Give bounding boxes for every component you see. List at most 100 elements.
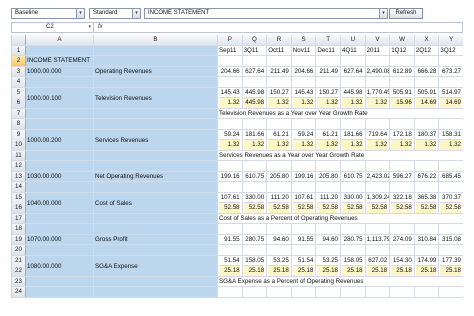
value-cell[interactable] bbox=[439, 77, 463, 87]
value-cell[interactable] bbox=[292, 224, 317, 234]
value-cell[interactable] bbox=[267, 161, 292, 171]
value-cell[interactable] bbox=[316, 287, 341, 297]
value-cell[interactable] bbox=[218, 119, 243, 129]
cell[interactable] bbox=[94, 45, 218, 55]
value-cell[interactable]: 51.54 25.18 bbox=[292, 255, 317, 276]
value-cell[interactable] bbox=[415, 224, 440, 234]
value-cell[interactable]: 181.66 1.32 bbox=[243, 129, 268, 150]
value-cell[interactable]: 172.18 1.32 bbox=[390, 129, 415, 150]
period-header[interactable]: 2Q12 bbox=[415, 45, 440, 55]
value-cell[interactable] bbox=[218, 161, 243, 171]
value-cell[interactable] bbox=[292, 56, 317, 66]
value-cell[interactable]: 322.18 52.58 bbox=[390, 192, 415, 213]
value-cell[interactable] bbox=[218, 287, 243, 297]
value-cell[interactable] bbox=[439, 287, 463, 297]
value-cell[interactable]: 158.05 25.18 bbox=[341, 255, 366, 276]
value-cell[interactable] bbox=[439, 182, 463, 192]
value-cell[interactable] bbox=[316, 161, 341, 171]
value-cell[interactable]: 2,423.02 bbox=[366, 171, 391, 181]
row-header[interactable]: 25 bbox=[12, 297, 26, 298]
value-cell[interactable] bbox=[439, 245, 463, 255]
value-cell[interactable] bbox=[366, 287, 391, 297]
value-cell[interactable] bbox=[243, 161, 268, 171]
value-cell[interactable]: 627.02 25.18 bbox=[366, 255, 391, 276]
value-cell[interactable]: 0.00 bbox=[390, 297, 415, 298]
period-header[interactable]: 4Q11 bbox=[341, 45, 366, 55]
value-cell[interactable]: 2,490.08 bbox=[366, 66, 391, 76]
value-cell[interactable]: 211.49 bbox=[316, 66, 341, 76]
value-cell[interactable] bbox=[341, 77, 366, 87]
metric-description[interactable]: Television Revenues as a Year over Year … bbox=[218, 109, 463, 119]
value-cell[interactable] bbox=[415, 77, 440, 87]
value-cell[interactable] bbox=[267, 182, 292, 192]
value-cell[interactable]: 610.75 bbox=[243, 171, 268, 181]
row-header[interactable]: 7 bbox=[12, 108, 26, 118]
row-header[interactable]: 21 22 bbox=[12, 255, 26, 276]
value-cell[interactable] bbox=[218, 182, 243, 192]
account-code[interactable]: INCOME STATEMENT bbox=[26, 56, 94, 66]
account-code[interactable] bbox=[26, 182, 94, 192]
value-cell[interactable]: 199.16 bbox=[218, 171, 243, 181]
value-cell[interactable] bbox=[243, 287, 268, 297]
row-header[interactable]: 17 bbox=[12, 213, 26, 223]
value-cell[interactable] bbox=[390, 245, 415, 255]
period-header[interactable]: Dec11 bbox=[316, 45, 341, 55]
period-header[interactable]: Oct11 bbox=[267, 45, 292, 55]
value-cell[interactable] bbox=[366, 77, 391, 87]
value-cell[interactable] bbox=[316, 56, 341, 66]
account-code[interactable] bbox=[26, 276, 94, 286]
period-header[interactable]: 3Q11 bbox=[243, 45, 268, 55]
value-cell[interactable]: 627.64 bbox=[341, 66, 366, 76]
value-cell[interactable] bbox=[243, 77, 268, 87]
account-code[interactable] bbox=[26, 108, 94, 118]
value-cell[interactable]: 91.55 bbox=[292, 234, 317, 244]
value-cell[interactable]: 150.27 1.32 bbox=[267, 87, 292, 108]
value-cell[interactable] bbox=[218, 224, 243, 234]
account-name[interactable] bbox=[94, 150, 218, 160]
row-header[interactable]: 4 bbox=[12, 77, 26, 87]
column-header[interactable]: A bbox=[26, 35, 94, 45]
account-code[interactable] bbox=[26, 245, 94, 255]
period-header[interactable]: Sep11 bbox=[218, 45, 243, 55]
chevron-down-icon[interactable]: ▾ bbox=[132, 9, 140, 18]
account-name[interactable] bbox=[94, 182, 218, 192]
account-code[interactable] bbox=[26, 287, 94, 297]
value-cell[interactable] bbox=[390, 224, 415, 234]
value-cell[interactable]: 445.98 445.98 bbox=[243, 87, 268, 108]
value-cell[interactable]: 53.25 25.18 bbox=[316, 255, 341, 276]
cell[interactable] bbox=[26, 45, 94, 55]
row-header[interactable]: 19 bbox=[12, 234, 26, 244]
row-header[interactable]: 15 16 bbox=[12, 192, 26, 213]
value-cell[interactable] bbox=[415, 119, 440, 129]
value-cell[interactable] bbox=[316, 77, 341, 87]
value-cell[interactable]: 0.00 bbox=[243, 297, 268, 298]
row-header[interactable]: 9 10 bbox=[12, 129, 26, 150]
value-cell[interactable] bbox=[316, 245, 341, 255]
value-cell[interactable]: 154.30 25.18 bbox=[390, 255, 415, 276]
name-box[interactable]: C2 ▾ bbox=[12, 23, 94, 32]
value-cell[interactable]: 150.27 1.32 bbox=[316, 87, 341, 108]
value-cell[interactable]: 627.64 bbox=[243, 66, 268, 76]
value-cell[interactable] bbox=[341, 56, 366, 66]
value-cell[interactable]: 676.22 bbox=[415, 171, 440, 181]
value-cell[interactable]: 174.99 25.18 bbox=[415, 255, 440, 276]
row-header[interactable]: 13 bbox=[12, 171, 26, 181]
value-cell[interactable]: 111.20 52.58 bbox=[267, 192, 292, 213]
value-cell[interactable] bbox=[390, 182, 415, 192]
account-code[interactable] bbox=[26, 77, 94, 87]
account-name[interactable]: Television Revenues bbox=[94, 87, 218, 108]
row-header[interactable]: 56 bbox=[12, 87, 26, 108]
value-cell[interactable] bbox=[415, 287, 440, 297]
value-cell[interactable]: 107.61 52.58 bbox=[292, 192, 317, 213]
row-header[interactable]: 8 bbox=[12, 119, 26, 129]
value-cell[interactable] bbox=[439, 224, 463, 234]
value-cell[interactable]: 0.00 bbox=[267, 297, 292, 298]
value-cell[interactable] bbox=[341, 182, 366, 192]
value-cell[interactable]: 330.00 52.58 bbox=[243, 192, 268, 213]
row-header[interactable]: 1 bbox=[12, 45, 26, 55]
value-cell[interactable]: 0.00 bbox=[366, 297, 391, 298]
column-header[interactable]: X bbox=[414, 35, 440, 45]
row-header[interactable]: 20 bbox=[12, 245, 26, 255]
value-cell[interactable] bbox=[439, 161, 463, 171]
value-cell[interactable] bbox=[292, 161, 317, 171]
